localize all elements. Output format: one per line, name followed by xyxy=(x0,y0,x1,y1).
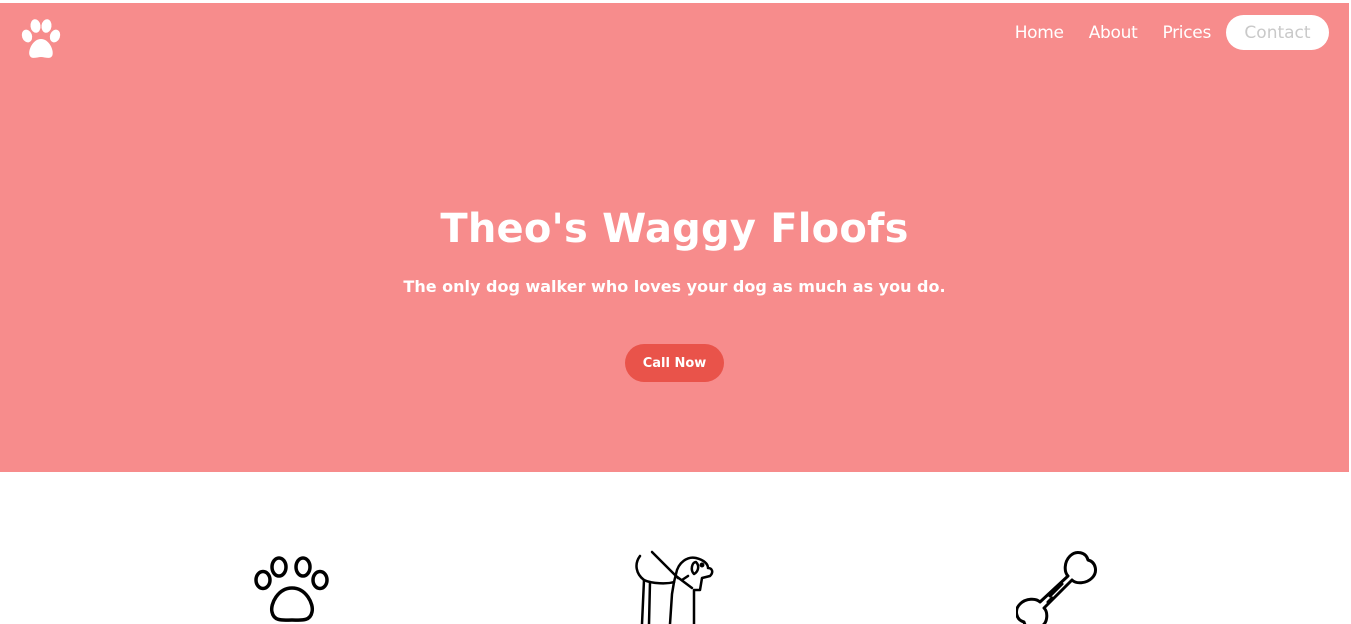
call-now-button[interactable]: Call Now xyxy=(625,344,724,382)
nav-contact-button[interactable]: Contact xyxy=(1226,15,1329,50)
nav-about-link[interactable]: About xyxy=(1089,23,1138,43)
paw-print-icon xyxy=(250,550,334,624)
main-nav: Home About Prices Contact xyxy=(990,15,1329,50)
hero-title: Theo's Waggy Floofs xyxy=(440,206,909,252)
nav-prices-link[interactable]: Prices xyxy=(1162,23,1211,43)
bone-icon xyxy=(1016,550,1100,624)
dog-on-leash-icon xyxy=(632,550,716,624)
hero-section: Home About Prices Contact Theo's Waggy F… xyxy=(0,3,1349,472)
hero-subtitle: The only dog walker who loves your dog a… xyxy=(403,277,946,296)
nav-home-link[interactable]: Home xyxy=(1015,23,1064,43)
paw-logo-icon[interactable] xyxy=(19,17,63,61)
